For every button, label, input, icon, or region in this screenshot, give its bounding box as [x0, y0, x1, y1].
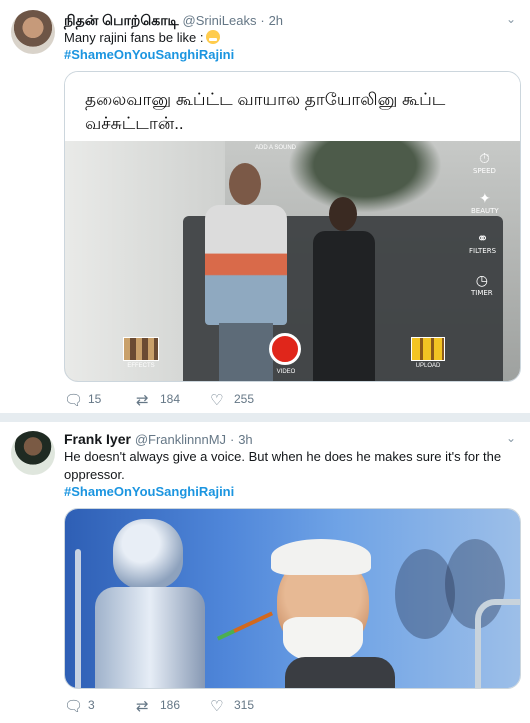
robot-figure [75, 519, 225, 688]
magic-wand-icon: ✦ BEAUTY [471, 191, 499, 215]
author-name[interactable]: Frank Iyer [64, 431, 131, 447]
reply-count: 3 [88, 698, 95, 712]
timestamp[interactable]: 2h [269, 13, 283, 28]
person-body [205, 205, 287, 325]
reply-icon: 🗨 [64, 697, 84, 715]
like-count: 255 [234, 392, 255, 406]
retweet-icon: ⇄ [136, 391, 149, 409]
retweet-icon: ⇄ [136, 697, 149, 715]
tweet[interactable]: Frank Iyer @FranklinnnMJ · 3h ⌄ He doesn… [0, 422, 530, 723]
speed-glyph: ⏱ [478, 151, 490, 167]
chevron-down-icon[interactable]: ⌄ [504, 12, 518, 26]
video-label: VIDEO [276, 369, 296, 375]
tweet-text-body: Many rajini fans be like : [64, 30, 204, 45]
tweet-media-image[interactable] [64, 508, 521, 689]
beauty-label: BEAUTY [471, 207, 499, 215]
tweet-divider [0, 414, 530, 422]
like-button[interactable]: ♡ 315 [210, 698, 254, 714]
man-suit [285, 657, 395, 688]
heart-icon: ♡ [210, 391, 224, 409]
timer-label: TIMER [471, 289, 493, 297]
speed-icon: ⏱ SPEED [473, 151, 496, 175]
reply-icon: 🗨 [64, 391, 84, 409]
author-name[interactable]: நிதன் பொற்கொடி [64, 12, 179, 28]
separator-dot: · [229, 432, 235, 447]
reply-button[interactable]: 🗨 15 [64, 392, 101, 408]
retweet-count: 186 [160, 698, 181, 712]
robot-body [95, 587, 205, 688]
retweet-button[interactable]: ⇄ 186 [136, 698, 180, 714]
avatar[interactable] [11, 431, 55, 475]
upload-label: UPLOAD [415, 363, 441, 369]
filters-label: FILTERS [469, 247, 497, 255]
meme-caption: தலைவானு கூப்ட்ட வாயால தாயோலினு கூப்ட வச்… [65, 72, 520, 141]
filters-glyph: ⚭ [476, 231, 489, 247]
person-legs [219, 323, 273, 381]
timestamp[interactable]: 3h [238, 432, 252, 447]
reply-button[interactable]: 🗨 3 [64, 698, 95, 714]
reply-count: 15 [88, 392, 102, 406]
tweet-text: He doesn't always give a voice. But when… [64, 449, 502, 482]
person-head [329, 197, 357, 231]
add-sound-label: ADD A SOUND [255, 145, 297, 151]
like-count: 315 [234, 698, 255, 712]
timer-icon: ◷ TIMER [471, 273, 493, 297]
separator-dot: · [260, 13, 265, 28]
chevron-down-icon[interactable]: ⌄ [504, 431, 518, 445]
author-handle[interactable]: @SriniLeaks [183, 13, 257, 28]
filters-icon: ⚭ FILTERS [469, 231, 496, 255]
man-hair [271, 539, 371, 575]
timer-glyph: ◷ [475, 273, 488, 289]
effects-label: EFFECTS [127, 363, 155, 369]
heart-icon: ♡ [210, 697, 224, 715]
person-head [229, 163, 261, 205]
frame-arc [475, 599, 520, 688]
illustration [65, 509, 520, 688]
avatar[interactable] [11, 10, 55, 54]
hashtag-link[interactable]: #ShameOnYouSanghiRajini [64, 484, 234, 499]
tweet-text: Many rajini fans be like : [64, 29, 504, 47]
like-button[interactable]: ♡ 255 [210, 392, 254, 408]
record-button-icon [269, 333, 301, 365]
robot-head [113, 519, 183, 589]
speed-label: SPEED [473, 167, 496, 175]
tweet-media-image[interactable]: தலைவானு கூப்ட்ட வாயால தாயோலினு கூப்ட வச்… [64, 71, 521, 382]
retweet-count: 184 [160, 392, 181, 406]
robot-wire [75, 549, 81, 688]
effects-thumbnail [123, 337, 159, 361]
old-man-figure [255, 539, 405, 688]
retweet-button[interactable]: ⇄ 184 [136, 392, 180, 408]
meme-photo: ADD A SOUND ⏱ SPEED ✦ BEAUTY ⚭ FILTERS ◷ TIM… [65, 141, 520, 381]
tweet[interactable]: நிதன் பொற்கொடி @SriniLeaks · 2h ⌄ Many r… [0, 0, 530, 414]
wand-glyph: ✦ [478, 191, 491, 207]
person-body [313, 231, 375, 381]
grinning-face-with-sweat-icon [206, 30, 221, 44]
author-handle[interactable]: @FranklinnnMJ [135, 432, 226, 447]
tweet-header: Frank Iyer @FranklinnnMJ · 3h [64, 431, 253, 447]
hashtag-link[interactable]: #ShameOnYouSanghiRajini [64, 47, 234, 62]
person-figure [309, 197, 379, 381]
upload-thumbnail [411, 337, 445, 361]
